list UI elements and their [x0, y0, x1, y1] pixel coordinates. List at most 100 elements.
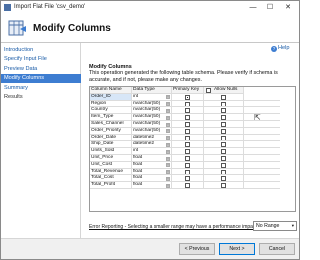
primary-key-checkbox[interactable] — [185, 149, 190, 155]
chevron-down-icon[interactable]: ▾ — [166, 149, 170, 154]
allow-nulls-all-checkbox[interactable] — [206, 88, 211, 93]
column-name-cell[interactable]: Region — [90, 100, 132, 108]
table-row[interactable]: Total_Profit float ▾ — [90, 182, 295, 189]
data-type-value: nvarchar(50) — [133, 114, 161, 120]
allow-nulls-checkbox[interactable] — [221, 101, 226, 107]
column-name-cell[interactable]: Country — [90, 107, 132, 115]
primary-key-checkbox[interactable] — [185, 142, 190, 148]
data-type-cell[interactable]: float ▾ — [132, 161, 172, 169]
primary-key-checkbox[interactable] — [185, 94, 190, 100]
column-name-cell[interactable]: Order_ID — [90, 93, 132, 101]
data-type-cell[interactable]: float ▾ — [132, 182, 172, 189]
error-range-select[interactable]: No Range ▾ — [253, 221, 297, 231]
primary-key-checkbox[interactable] — [185, 156, 190, 161]
data-type-cell[interactable]: nvarchar(50) ▾ — [132, 107, 172, 115]
data-type-cell[interactable]: int ▾ — [132, 93, 172, 101]
allow-nulls-checkbox[interactable] — [221, 169, 226, 175]
data-type-cell[interactable]: nvarchar(50) ▾ — [132, 114, 172, 121]
column-name-cell[interactable]: Order_Date — [90, 134, 132, 142]
data-type-cell[interactable]: datetime2 ▾ — [132, 141, 172, 149]
primary-key-checkbox[interactable] — [185, 183, 190, 189]
primary-key-checkbox[interactable] — [185, 101, 190, 107]
data-type-cell[interactable]: nvarchar(50) ▾ — [132, 127, 172, 135]
column-name-cell[interactable]: Item_Type — [90, 114, 132, 121]
allow-nulls-checkbox[interactable] — [221, 149, 226, 155]
table-row[interactable]: Unit_Price float ▾ — [90, 155, 295, 162]
data-type-cell[interactable]: float ▾ — [132, 175, 172, 183]
chevron-down-icon[interactable]: ▾ — [166, 156, 170, 161]
data-type-cell[interactable]: nvarchar(50) ▾ — [132, 100, 172, 108]
nav-item-preview-data[interactable]: Preview Data — [1, 65, 81, 74]
data-type-cell[interactable]: int ▾ — [132, 148, 172, 155]
data-type-cell[interactable]: nvarchar(50) ▾ — [132, 121, 172, 128]
primary-key-checkbox[interactable] — [185, 115, 190, 121]
data-type-cell[interactable]: float ▾ — [132, 155, 172, 162]
table-row[interactable]: Order_ID int ▾ — [90, 93, 295, 101]
chevron-down-icon[interactable]: ▾ — [166, 115, 170, 120]
allow-nulls-checkbox[interactable] — [221, 142, 226, 148]
column-name-cell[interactable]: Unit_Price — [90, 155, 132, 162]
primary-key-checkbox[interactable] — [185, 122, 190, 127]
allow-nulls-checkbox[interactable] — [221, 135, 226, 141]
next-button[interactable]: Next > — [219, 243, 255, 255]
allow-nulls-checkbox[interactable] — [221, 183, 226, 189]
primary-key-checkbox[interactable] — [185, 176, 190, 182]
allow-nulls-checkbox[interactable] — [221, 115, 226, 121]
table-row[interactable]: Order_Priority nvarchar(50) ▾ — [90, 127, 295, 135]
columns-grid[interactable]: Column Name Data Type Primary Key Allow … — [89, 86, 296, 212]
column-name-cell[interactable]: Unit_Cost — [90, 161, 132, 169]
allow-nulls-checkbox[interactable] — [221, 156, 226, 161]
maximize-button[interactable]: ☐ — [263, 1, 277, 14]
column-name-cell[interactable]: Total_Profit — [90, 182, 132, 189]
chevron-down-icon[interactable]: ▾ — [166, 129, 170, 134]
chevron-down-icon[interactable]: ▾ — [166, 136, 170, 141]
allow-nulls-checkbox[interactable] — [221, 94, 226, 100]
cancel-button[interactable]: Cancel — [259, 243, 295, 255]
table-row[interactable]: Total_Revenue float ▾ — [90, 168, 295, 176]
column-name-cell[interactable]: Sales_Channel — [90, 121, 132, 128]
column-name-cell[interactable]: Ship_Date — [90, 141, 132, 149]
chevron-down-icon[interactable]: ▾ — [166, 163, 170, 168]
allow-nulls-checkbox[interactable] — [221, 176, 226, 182]
allow-nulls-checkbox[interactable] — [221, 122, 226, 127]
chevron-down-icon[interactable]: ▾ — [166, 170, 170, 175]
primary-key-checkbox[interactable] — [185, 162, 190, 168]
table-row[interactable]: Unit_Cost float ▾ — [90, 161, 295, 169]
allow-nulls-checkbox[interactable] — [221, 128, 226, 134]
table-row[interactable]: Country nvarchar(50) ▾ — [90, 107, 295, 115]
primary-key-checkbox[interactable] — [185, 169, 190, 175]
close-button[interactable]: ✕ — [281, 1, 295, 14]
minimize-button[interactable]: — — [246, 1, 260, 14]
chevron-down-icon[interactable]: ▾ — [166, 183, 170, 188]
chevron-down-icon[interactable]: ▾ — [166, 142, 170, 147]
data-type-cell[interactable]: datetime2 ▾ — [132, 134, 172, 142]
nav-item-specify-input-file[interactable]: Specify Input File — [1, 55, 81, 64]
nav-item-introduction[interactable]: Introduction — [1, 46, 81, 55]
table-row[interactable]: Order_Date datetime2 ▾ — [90, 134, 295, 142]
nav-item-summary[interactable]: Summary — [1, 84, 81, 93]
table-row[interactable]: Total_Cost float ▾ — [90, 175, 295, 183]
column-name-cell[interactable]: Total_Cost — [90, 175, 132, 183]
column-name-cell[interactable]: Units_Sold — [90, 148, 132, 155]
primary-key-checkbox[interactable] — [185, 135, 190, 141]
chevron-down-icon[interactable]: ▾ — [166, 176, 170, 181]
data-type-cell[interactable]: float ▾ — [132, 168, 172, 176]
help-link[interactable]: ? Help — [271, 45, 290, 52]
nav-item-modify-columns[interactable]: Modify Columns — [1, 74, 81, 83]
chevron-down-icon[interactable]: ▾ — [166, 108, 170, 113]
allow-nulls-checkbox[interactable] — [221, 108, 226, 114]
table-row[interactable]: Item_Type nvarchar(50) ▾ — [90, 114, 295, 121]
table-row[interactable]: Region nvarchar(50) ▾ — [90, 100, 295, 108]
previous-button[interactable]: < Previous — [179, 243, 215, 255]
table-row[interactable]: Sales_Channel nvarchar(50) ▾ — [90, 121, 295, 128]
allow-nulls-checkbox[interactable] — [221, 162, 226, 168]
chevron-down-icon[interactable]: ▾ — [166, 95, 170, 100]
table-row[interactable]: Ship_Date datetime2 ▾ — [90, 141, 295, 149]
chevron-down-icon[interactable]: ▾ — [166, 122, 170, 127]
primary-key-checkbox[interactable] — [185, 128, 190, 134]
primary-key-checkbox[interactable] — [185, 108, 190, 114]
column-name-cell[interactable]: Order_Priority — [90, 127, 132, 135]
chevron-down-icon[interactable]: ▾ — [166, 102, 170, 107]
table-row[interactable]: Units_Sold int ▾ — [90, 148, 295, 155]
column-name-cell[interactable]: Total_Revenue — [90, 168, 132, 176]
